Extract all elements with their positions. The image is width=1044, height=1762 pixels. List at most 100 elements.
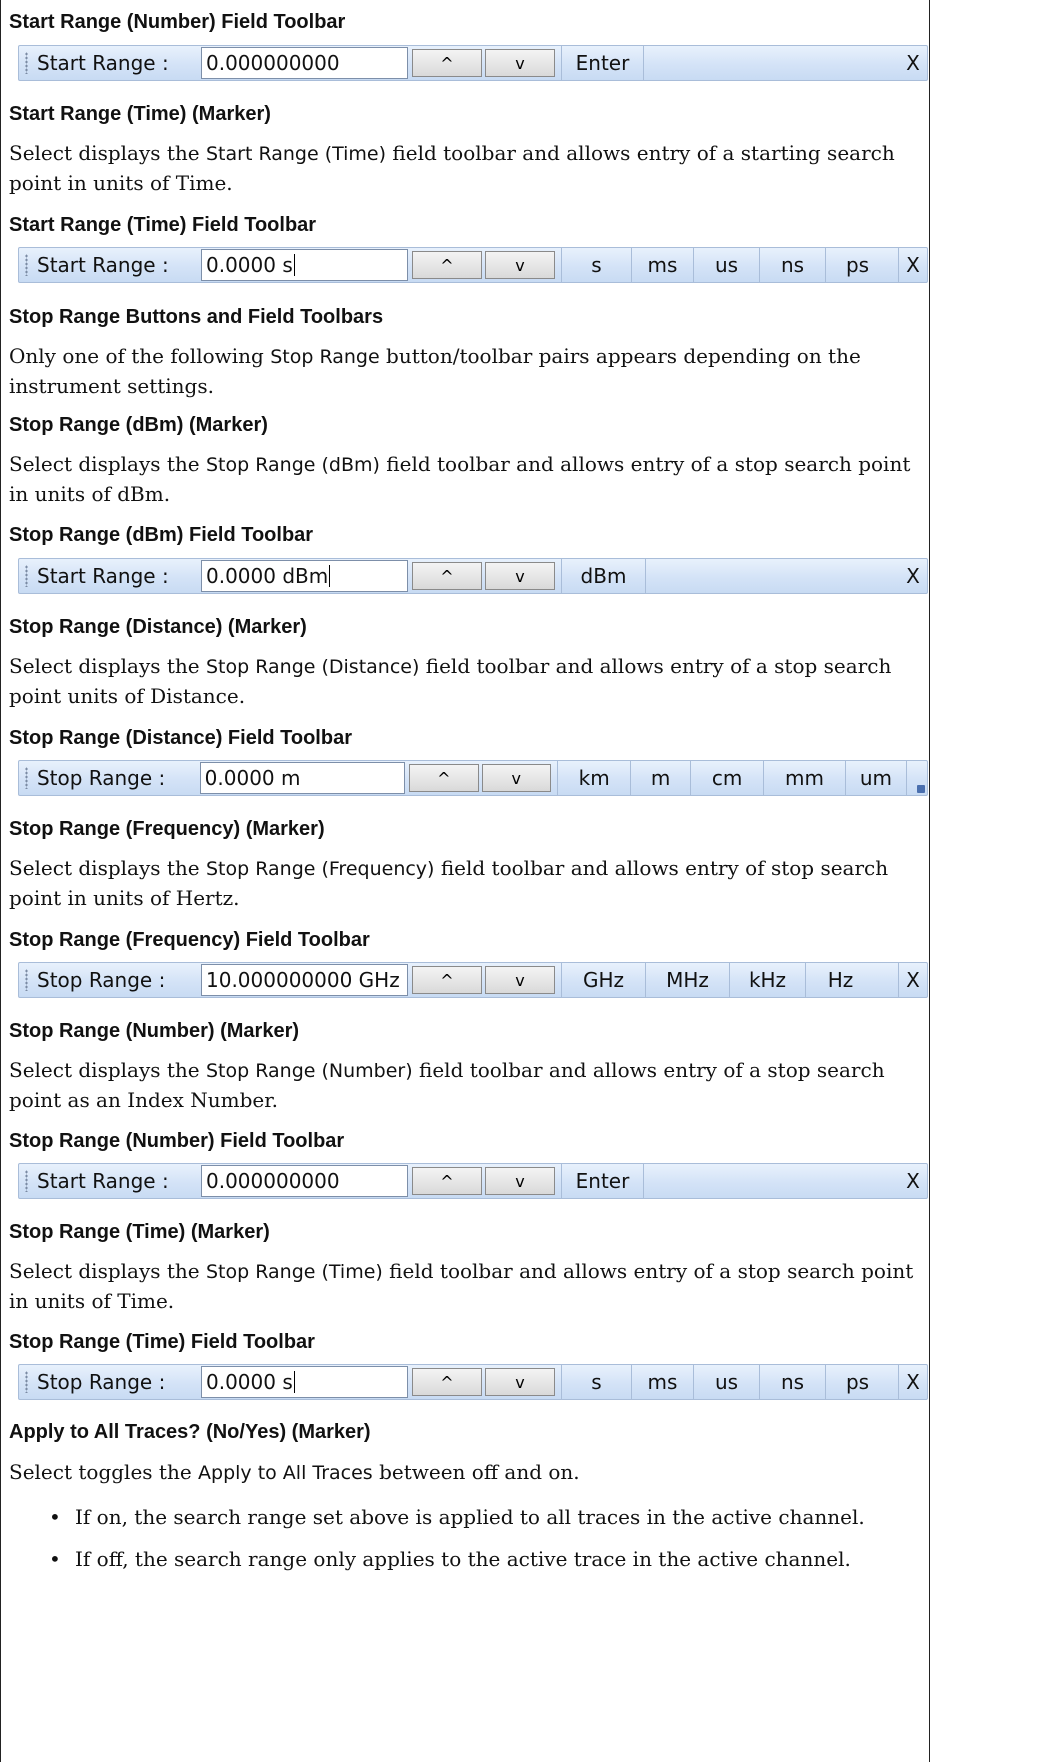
close-icon[interactable]: X	[899, 558, 927, 594]
chevron-down-icon: v	[515, 970, 525, 990]
close-icon[interactable]: X	[898, 247, 927, 283]
decrement-button[interactable]: v	[485, 1368, 555, 1396]
unit-cm-button[interactable]: cm	[689, 760, 763, 796]
toolbar-label: Stop Range :	[36, 766, 166, 790]
unit-ns-button[interactable]: ns	[759, 1364, 825, 1400]
stop-range-distance-toolbar: Stop Range : 0.0000 m ^ v km m cm mm um	[18, 760, 928, 796]
toolbar-label: Start Range :	[37, 1169, 169, 1193]
text-caret	[329, 565, 331, 587]
decrement-button[interactable]: v	[485, 251, 555, 279]
stop-range-input[interactable]: 0.0000 m	[199, 762, 406, 794]
enter-button[interactable]: Enter	[561, 45, 643, 81]
unit-km-button[interactable]: km	[556, 760, 630, 796]
toolbar-overflow-icon[interactable]	[906, 760, 927, 796]
ui-label: Stop Range (Number)	[205, 1060, 413, 1082]
increment-button[interactable]: ^	[412, 562, 482, 590]
heading-stop-range-time-marker: Stop Range (Time) (Marker)	[9, 1221, 270, 1243]
toolbar-grip-icon[interactable]	[25, 767, 28, 789]
increment-button[interactable]: ^	[412, 49, 482, 77]
ui-label: Stop Range (Time)	[205, 1261, 383, 1283]
toolbar-separator	[643, 1163, 644, 1199]
increment-button[interactable]: ^	[412, 1167, 482, 1195]
text-caret	[293, 1371, 295, 1393]
stop-range-number-description: Select displays the Stop Range (Number) …	[9, 1058, 885, 1112]
unit-s-button[interactable]: s	[561, 247, 631, 283]
stop-range-intro: Only one of the following Stop Range but…	[9, 344, 861, 398]
chevron-down-icon: v	[515, 53, 525, 73]
heading-start-range-time-toolbar: Start Range (Time) Field Toolbar	[9, 214, 317, 236]
increment-button[interactable]: ^	[409, 764, 479, 792]
unit-mhz-button[interactable]: MHz	[645, 962, 729, 998]
chevron-down-icon: v	[515, 1171, 525, 1191]
stop-range-input[interactable]: 0.0000 s	[201, 1366, 408, 1398]
stop-range-frequency-toolbar: Stop Range : 10.000000000 GHz ^ v GHz MH…	[18, 962, 928, 998]
close-icon[interactable]: X	[899, 45, 927, 81]
ui-label: Apply to All Traces	[198, 1462, 373, 1484]
unit-us-button[interactable]: us	[693, 247, 759, 283]
bullet-icon: •	[49, 1505, 61, 1529]
list-item: • If on, the search range set above is ap…	[9, 1503, 929, 1545]
stop-range-dbm-description: Select displays the Stop Range (dBm) fie…	[9, 452, 911, 506]
unit-ps-button[interactable]: ps	[825, 1364, 889, 1400]
toolbar-separator	[643, 45, 644, 81]
decrement-button[interactable]: v	[485, 49, 555, 77]
unit-khz-button[interactable]: kHz	[729, 962, 805, 998]
toolbar-label: Stop Range :	[37, 1370, 166, 1394]
toolbar-grip-icon[interactable]	[25, 52, 28, 74]
toolbar-grip-icon[interactable]	[25, 969, 28, 991]
increment-button[interactable]: ^	[412, 966, 482, 994]
toolbar-grip-icon[interactable]	[25, 1170, 28, 1192]
heading-stop-range-dbm-toolbar: Stop Range (dBm) Field Toolbar	[9, 524, 314, 546]
start-range-input[interactable]: 0.000000000	[201, 47, 408, 79]
chevron-down-icon: v	[515, 566, 525, 586]
unit-ns-button[interactable]: ns	[759, 247, 825, 283]
heading-start-range-time-marker: Start Range (Time) (Marker)	[9, 103, 271, 125]
start-range-time-description: Select displays the Start Range (Time) f…	[9, 141, 895, 195]
toolbar-grip-icon[interactable]	[25, 1371, 28, 1393]
bullet-list: • If on, the search range set above is ap…	[9, 1503, 929, 1587]
unit-m-button[interactable]: m	[630, 760, 690, 796]
start-range-input[interactable]: 0.0000 s	[201, 249, 408, 281]
stop-range-input[interactable]: 10.000000000 GHz	[201, 964, 408, 996]
toolbar-grip-icon[interactable]	[25, 254, 28, 276]
chevron-down-icon: v	[515, 255, 525, 275]
unit-s-button[interactable]: s	[561, 1364, 631, 1400]
toolbar-separator	[645, 558, 646, 594]
unit-ms-button[interactable]: ms	[631, 1364, 693, 1400]
unit-hz-button[interactable]: Hz	[805, 962, 875, 998]
toolbar-label: Start Range :	[37, 564, 169, 588]
unit-mm-button[interactable]: mm	[763, 760, 844, 796]
apply-to-all-traces-description: Select toggles the Apply to All Traces b…	[9, 1460, 580, 1484]
unit-dbm-button[interactable]: dBm	[561, 558, 645, 594]
close-icon[interactable]: X	[899, 1163, 927, 1199]
increment-button[interactable]: ^	[412, 251, 482, 279]
stop-range-input[interactable]: 0.000000000	[201, 1165, 408, 1197]
decrement-button[interactable]: v	[485, 1167, 555, 1195]
ui-label: Stop Range (Distance)	[205, 656, 420, 678]
unit-ms-button[interactable]: ms	[631, 247, 693, 283]
stop-range-number-toolbar: Start Range : 0.000000000 ^ v Enter X	[18, 1163, 928, 1199]
toolbar-grip-icon[interactable]	[25, 565, 28, 587]
decrement-button[interactable]: v	[485, 562, 555, 590]
ui-label: Start Range (Time)	[205, 143, 387, 165]
unit-us-button[interactable]: us	[693, 1364, 759, 1400]
unit-ghz-button[interactable]: GHz	[561, 962, 645, 998]
stop-range-time-toolbar: Stop Range : 0.0000 s ^ v s ms us ns ps …	[18, 1364, 928, 1400]
unit-um-button[interactable]: um	[844, 760, 907, 796]
stop-range-input[interactable]: 0.0000 dBm	[201, 560, 408, 592]
heading-stop-range-time-toolbar: Stop Range (Time) Field Toolbar	[9, 1331, 315, 1353]
decrement-button[interactable]: v	[485, 966, 555, 994]
decrement-button[interactable]: v	[481, 764, 551, 792]
unit-ps-button[interactable]: ps	[825, 247, 889, 283]
enter-button[interactable]: Enter	[561, 1163, 643, 1199]
heading-stop-range-number-toolbar: Stop Range (Number) Field Toolbar	[9, 1130, 345, 1152]
text-caret	[293, 254, 295, 276]
close-icon[interactable]: X	[898, 962, 927, 998]
increment-button[interactable]: ^	[412, 1368, 482, 1396]
chevron-down-icon: v	[511, 768, 521, 788]
chevron-up-icon: ^	[440, 566, 454, 586]
chevron-down-icon: v	[515, 1372, 525, 1392]
close-icon[interactable]: X	[898, 1364, 927, 1400]
heading-start-range-number-toolbar: Start Range (Number) Field Toolbar	[9, 11, 346, 33]
heading-stop-range-dbm-marker: Stop Range (dBm) (Marker)	[9, 414, 268, 436]
